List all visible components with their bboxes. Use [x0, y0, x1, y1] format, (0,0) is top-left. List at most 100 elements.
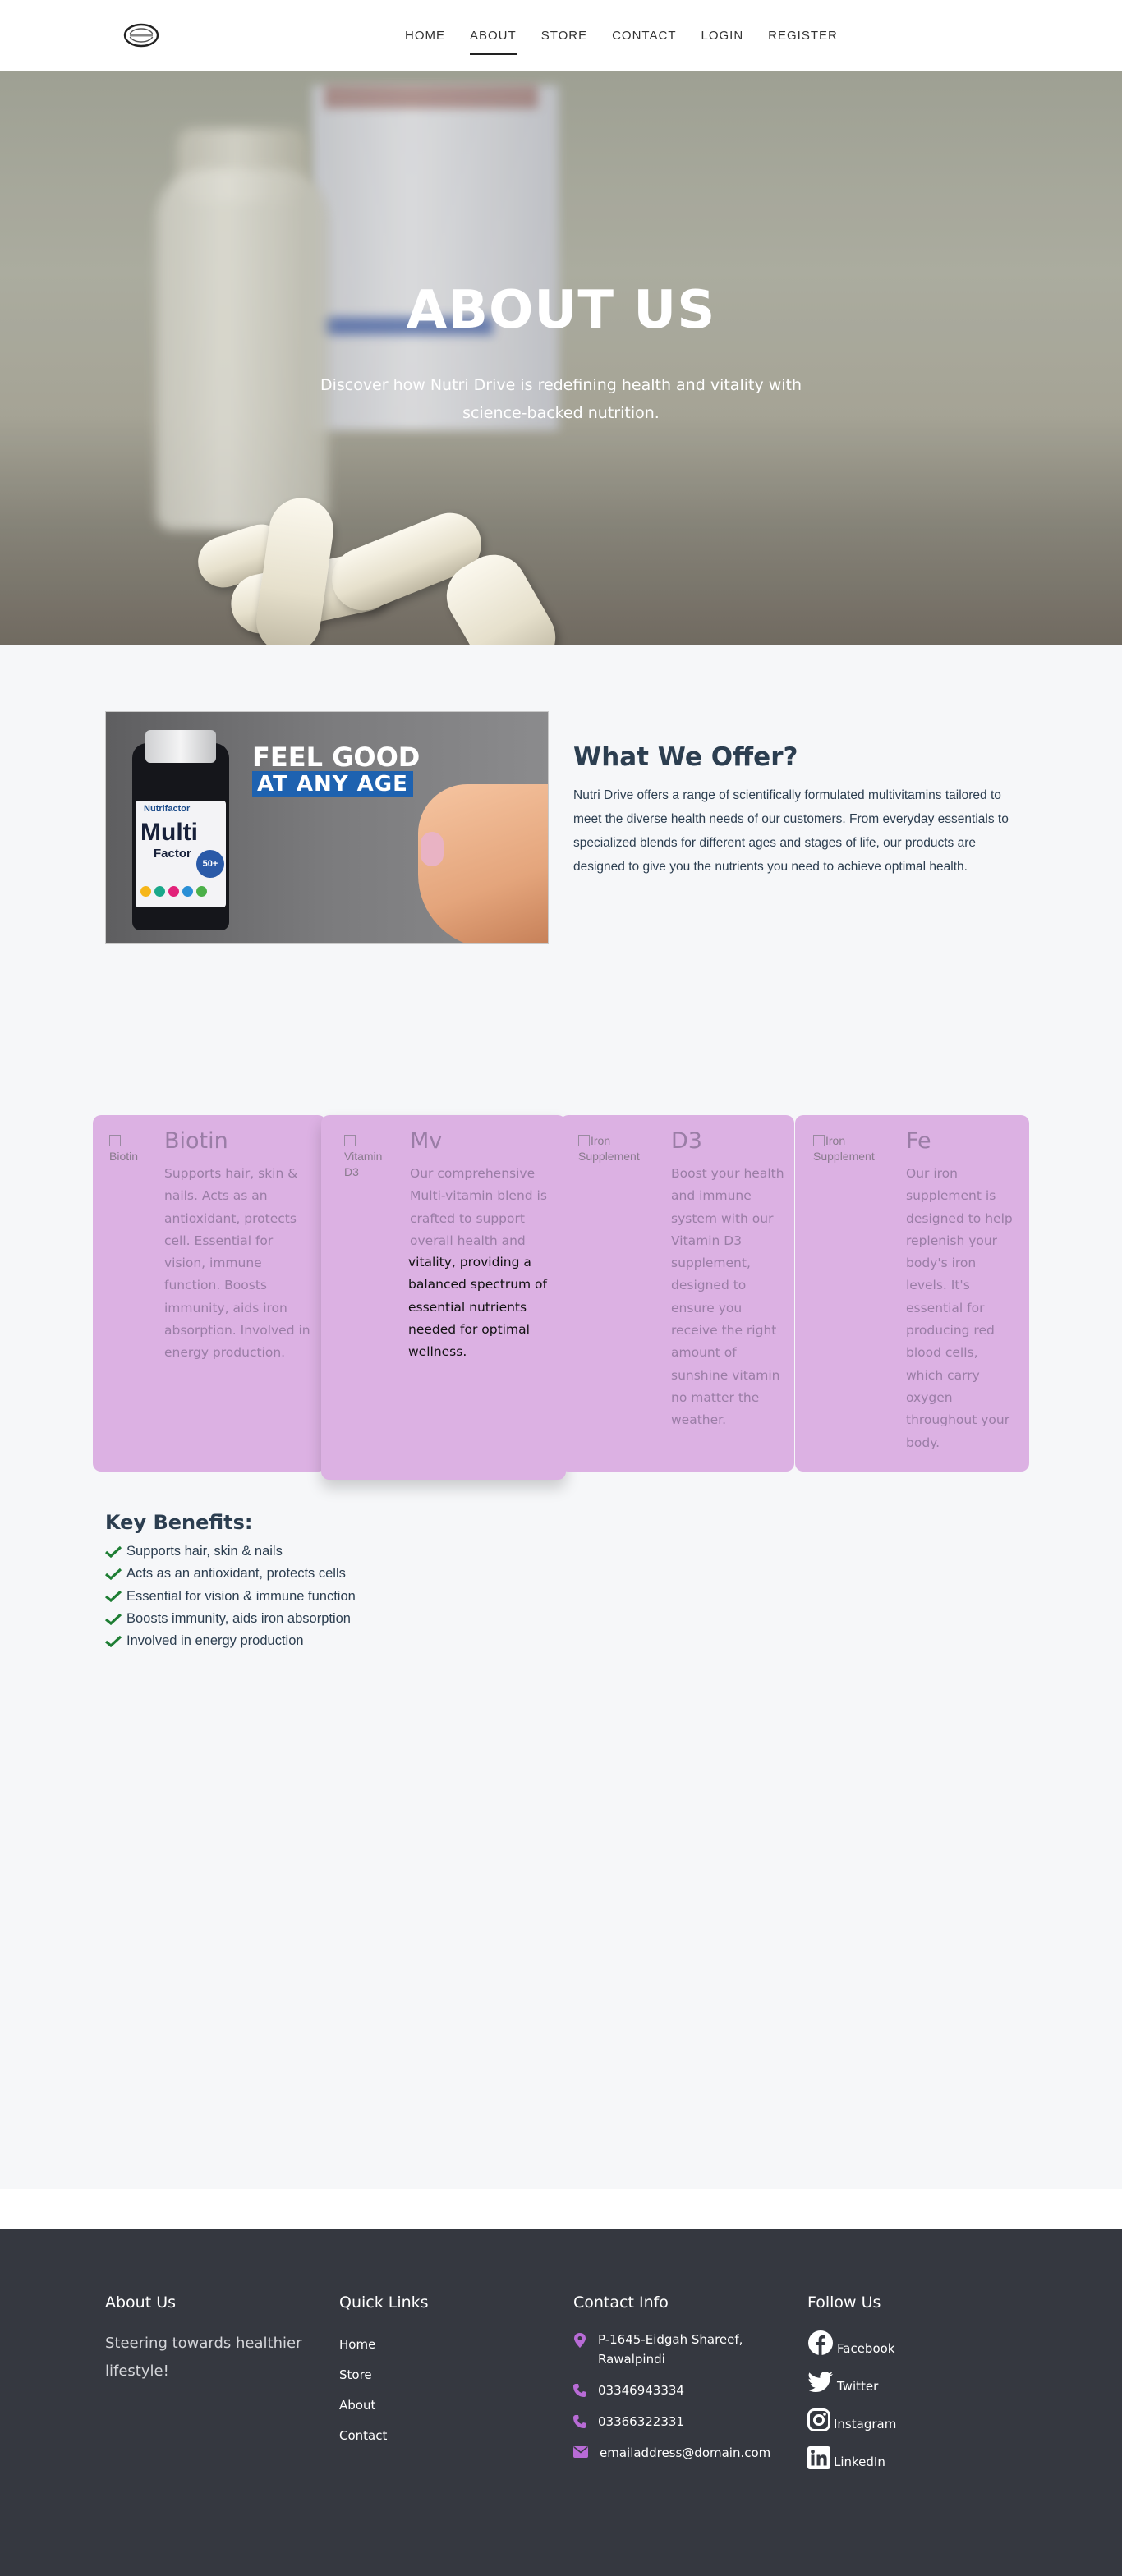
map-pin-icon — [574, 2333, 586, 2348]
hero-subtitle: Discover how Nutri Drive is redefining h… — [320, 376, 802, 422]
footer-contact: Contact Info P-1645-Eidgah Shareef, Rawa… — [573, 2294, 770, 2474]
offer-banner-image: Nutrifactor Multi Factor 50+ FEEL GOOD A… — [105, 711, 549, 944]
social-instagram[interactable]: Instagram — [807, 2394, 896, 2431]
footer-heading: About Us — [105, 2294, 177, 2312]
benefit-text: Involved in energy production — [126, 1633, 304, 1649]
check-icon — [105, 1568, 122, 1580]
product-card-fe[interactable]: Iron Supplement Fe Our iron supplement i… — [795, 1115, 1029, 1472]
social-linkedin[interactable]: LinkedIn — [807, 2431, 896, 2469]
card-title: Fe — [906, 1128, 931, 1154]
product-card-d3[interactable]: Iron Supplement D3 Boost your health and… — [560, 1115, 794, 1472]
phone-text[interactable]: 03366322331 — [598, 2412, 684, 2431]
footer-link-store[interactable]: Store — [339, 2360, 429, 2390]
offer-section: Nutrifactor Multi Factor 50+ FEEL GOOD A… — [0, 645, 1122, 1104]
footer-about-text: Steering towards healthier lifestyle! — [105, 2335, 302, 2380]
instagram-icon — [807, 2408, 830, 2431]
twitter-icon — [807, 2372, 833, 2392]
card-text: Our comprehensive Multi-vitamin blend is… — [410, 1166, 547, 1248]
card-title: Mv — [410, 1128, 443, 1154]
envelope-icon — [573, 2446, 588, 2458]
products-section: Biotin Biotin Supports hair, skin & nail… — [0, 1104, 1122, 2189]
banner-subheadline: AT ANY AGE — [252, 771, 413, 797]
email-text[interactable]: emailaddress@domain.com — [600, 2443, 770, 2463]
footer-heading: Quick Links — [339, 2294, 429, 2312]
nav-home[interactable]: HOME — [393, 0, 458, 71]
product-card-biotin[interactable]: Biotin Biotin Supports hair, skin & nail… — [93, 1115, 326, 1472]
card-image-alt: Biotin — [109, 1150, 139, 1163]
footer-follow: Follow Us Facebook Twitter Instagram Lin… — [807, 2294, 896, 2469]
benefit-text: Acts as an antioxidant, protects cells — [126, 1566, 346, 1582]
phone-icon — [573, 2415, 586, 2428]
contact-address: P-1645-Eidgah Shareef, Rawalpindi — [573, 2330, 770, 2369]
benefit-item: Involved in energy production — [105, 1630, 356, 1652]
facebook-icon — [808, 2330, 833, 2355]
top-navbar: HOME ABOUT STORE CONTACT LOGIN REGISTER — [0, 0, 1122, 71]
nav-about[interactable]: ABOUT — [458, 0, 529, 71]
phone-icon — [573, 2384, 586, 2397]
card-image-broken: Iron Supplement — [813, 1133, 884, 1166]
benefits-title: Key Benefits: — [105, 1511, 253, 1534]
footer-about: About Us Steering towards healthier life… — [105, 2294, 302, 2385]
site-footer: About Us Steering towards healthier life… — [0, 2229, 1122, 2576]
banner-bottle-label: Nutrifactor Multi Factor 50+ — [136, 801, 226, 907]
footer-spacer — [0, 2189, 1122, 2229]
product-card-mv[interactable]: Vitamin D3 Mv Our comprehensive Multi-vi… — [321, 1115, 566, 1480]
card-text-continued: vitality, providing a balanced spectrum … — [408, 1255, 548, 1360]
banner-brand: Nutrifactor — [144, 804, 191, 814]
check-icon — [105, 1635, 122, 1647]
banner-product: Multi — [140, 819, 198, 846]
footer-link-about[interactable]: About — [339, 2390, 429, 2421]
benefit-text: Supports hair, skin & nails — [126, 1544, 283, 1559]
social-label: Instagram — [834, 2417, 897, 2431]
check-icon — [105, 1591, 122, 1603]
banner-tablet — [421, 832, 444, 866]
banner-product-sub: Factor — [154, 847, 191, 861]
social-twitter[interactable]: Twitter — [807, 2356, 896, 2394]
brand-logo[interactable] — [122, 21, 161, 49]
card-image-broken: Vitamin D3 — [344, 1133, 392, 1182]
footer-link-home[interactable]: Home — [339, 2330, 429, 2360]
card-text: Our iron supplement is designed to help … — [906, 1166, 1013, 1450]
banner-badge: 50+ — [196, 850, 224, 878]
social-label: LinkedIn — [834, 2454, 885, 2469]
contact-email: emailaddress@domain.com — [573, 2443, 770, 2463]
check-icon — [105, 1545, 122, 1558]
social-facebook[interactable]: Facebook — [807, 2318, 896, 2356]
benefit-item: Acts as an antioxidant, protects cells — [105, 1563, 356, 1585]
banner-headline: FEEL GOOD — [252, 742, 421, 773]
benefit-text: Boosts immunity, aids iron absorption — [126, 1611, 351, 1627]
benefit-item: Boosts immunity, aids iron absorption — [105, 1608, 356, 1630]
broken-image-icon — [344, 1135, 356, 1146]
offer-text: What We Offer? Nutri Drive offers a rang… — [573, 711, 1025, 1104]
broken-image-icon — [813, 1135, 825, 1146]
nav-contact[interactable]: CONTACT — [600, 0, 688, 71]
offer-body: Nutri Drive offers a range of scientific… — [573, 788, 1009, 874]
card-title: D3 — [671, 1128, 702, 1154]
card-text: Boost your health and immune system with… — [671, 1166, 784, 1428]
footer-heading: Contact Info — [573, 2294, 669, 2312]
footer-heading: Follow Us — [807, 2294, 881, 2312]
offer-heading: What We Offer? — [573, 742, 798, 772]
broken-image-icon — [109, 1135, 121, 1146]
banner-icons — [140, 886, 207, 897]
footer-link-contact[interactable]: Contact — [339, 2421, 429, 2451]
benefit-text: Essential for vision & immune function — [126, 1588, 356, 1604]
hero-banner: ABOUT US Discover how Nutri Drive is red… — [0, 71, 1122, 645]
footer-quick-links: Quick Links Home Store About Contact — [339, 2294, 429, 2451]
contact-phone-1: 03346943334 — [573, 2381, 770, 2400]
social-label: Facebook — [837, 2341, 895, 2356]
check-icon — [105, 1613, 122, 1625]
card-text: Supports hair, skin & nails. Acts as an … — [164, 1166, 310, 1361]
nav-login[interactable]: LOGIN — [688, 0, 756, 71]
nav-store[interactable]: STORE — [529, 0, 600, 71]
hero-overlay — [0, 71, 1122, 645]
nav-register[interactable]: REGISTER — [756, 0, 850, 71]
linkedin-icon — [807, 2446, 830, 2469]
address-text: P-1645-Eidgah Shareef, Rawalpindi — [598, 2332, 743, 2367]
card-image-broken: Iron Supplement — [578, 1133, 649, 1166]
broken-image-icon — [578, 1135, 590, 1146]
phone-text[interactable]: 03346943334 — [598, 2381, 684, 2400]
key-benefits: Key Benefits: Supports hair, skin & nail… — [105, 1511, 356, 1652]
nav-menu: HOME ABOUT STORE CONTACT LOGIN REGISTER — [393, 0, 850, 71]
card-title: Biotin — [164, 1128, 228, 1154]
